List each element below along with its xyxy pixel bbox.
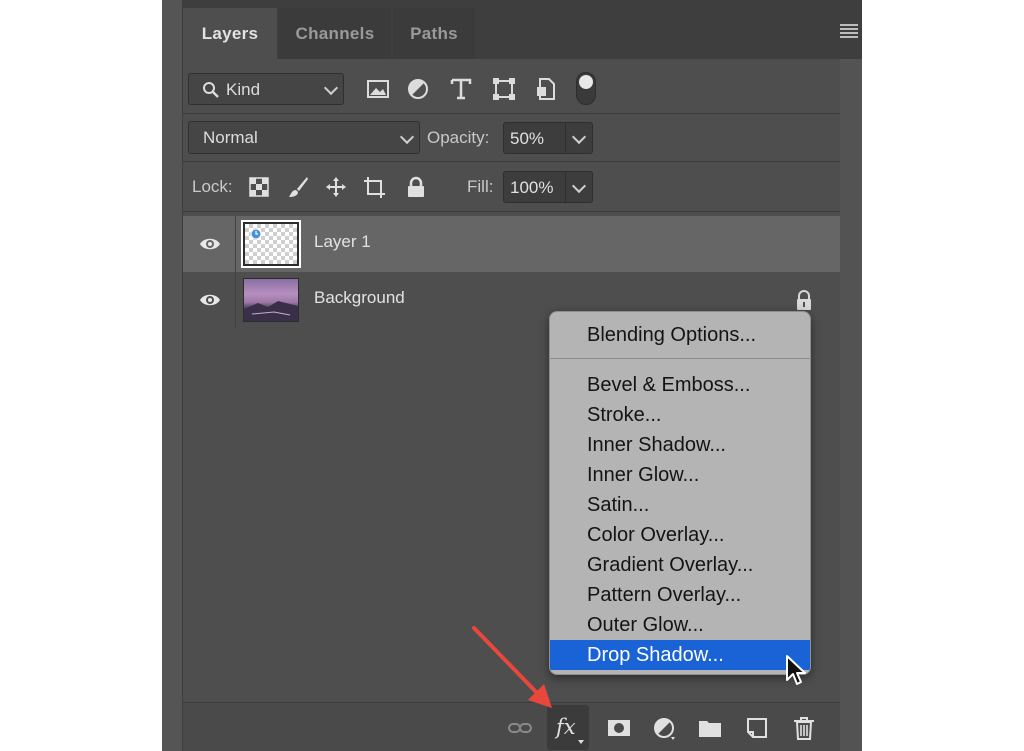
menu-item-bevel-emboss[interactable]: Bevel & Emboss... [550,370,810,400]
mouse-cursor-icon [786,655,806,685]
menu-separator [550,358,810,359]
menu-item-stroke[interactable]: Stroke... [550,400,810,430]
shape-filter-icon[interactable] [491,76,517,102]
fill-label: Fill: [467,177,494,196]
smart-filter-badge-icon [250,228,262,240]
chevron-down-icon [323,80,339,96]
fill-field[interactable]: 100% [503,171,593,203]
layer-name[interactable]: Background [314,288,405,308]
menu-item-color-overlay[interactable]: Color Overlay... [550,520,810,550]
layer-row-layer-1[interactable]: Layer 1 [183,216,840,272]
blend-mode-dropdown[interactable]: Normal [188,121,420,154]
image-filter-icon[interactable] [365,76,391,102]
tab-paths[interactable]: Paths [393,8,475,59]
search-icon [203,82,219,98]
tab-channels[interactable]: Channels [279,8,391,59]
opacity-label: Opacity: [427,128,490,147]
landscape-photo-icon [244,301,298,321]
visibility-eye-icon[interactable] [199,234,221,254]
row-separator [235,272,236,328]
tab-bar: Layers Channels Paths [183,0,862,59]
divider [183,211,840,212]
adjustment-filter-icon[interactable] [405,76,431,102]
chevron-down-icon [399,129,415,145]
folder-icon[interactable] [697,715,723,741]
type-filter-icon[interactable] [448,76,474,102]
menu-item-drop-shadow[interactable]: Drop Shadow... [550,640,810,670]
trash-icon[interactable] [791,715,817,741]
panel-menu-icon[interactable] [840,24,858,38]
menu-item-satin[interactable]: Satin... [550,490,810,520]
mask-icon[interactable] [606,715,632,741]
lock-label: Lock: [192,177,233,196]
tab-layers[interactable]: Layers [183,8,277,59]
new-layer-icon[interactable] [744,715,770,741]
menu-item-inner-glow[interactable]: Inner Glow... [550,460,810,490]
annotation-arrow-icon [472,626,552,708]
blend-mode-value: Normal [203,128,258,147]
menu-item-outer-glow[interactable]: Outer Glow... [550,610,810,640]
lock-image-pixels-icon[interactable] [286,175,310,199]
panel-left-edge [162,0,183,751]
filter-kind-dropdown[interactable]: Kind [188,73,344,105]
opacity-field[interactable]: 50% [503,122,593,154]
layer-thumbnail-photo [243,278,299,322]
filter-toggle[interactable] [576,72,596,105]
menu-item-inner-shadow[interactable]: Inner Shadow... [550,430,810,460]
visibility-eye-icon[interactable] [199,290,221,310]
filter-kind-label: Kind [226,80,261,99]
layer-name[interactable]: Layer 1 [314,232,371,252]
submenu-triangle-icon [578,740,584,744]
lock-icon[interactable] [794,289,814,311]
adjustment-icon[interactable] [651,715,677,741]
lock-transparent-pixels-icon[interactable] [247,175,271,199]
divider [183,113,840,114]
lock-artboard-icon[interactable] [362,175,386,199]
menu-item-blending-options[interactable]: Blending Options... [550,320,810,350]
fill-dropdown-button[interactable] [565,172,592,202]
lock-position-icon[interactable] [324,175,348,199]
lock-all-icon[interactable] [404,175,428,199]
opacity-value: 50% [510,129,545,148]
layer-style-context-menu: Blending Options... Bevel & Emboss... St… [549,311,811,675]
panel-right-edge [840,0,862,751]
layer-thumbnail-transparent [241,220,301,268]
menu-item-pattern-overlay[interactable]: Pattern Overlay... [550,580,810,610]
row-separator [235,216,236,272]
divider [183,161,840,162]
opacity-dropdown-button[interactable] [565,123,592,153]
smart-object-filter-icon[interactable] [533,76,559,102]
fill-value: 100% [510,178,554,197]
menu-item-gradient-overlay[interactable]: Gradient Overlay... [550,550,810,580]
